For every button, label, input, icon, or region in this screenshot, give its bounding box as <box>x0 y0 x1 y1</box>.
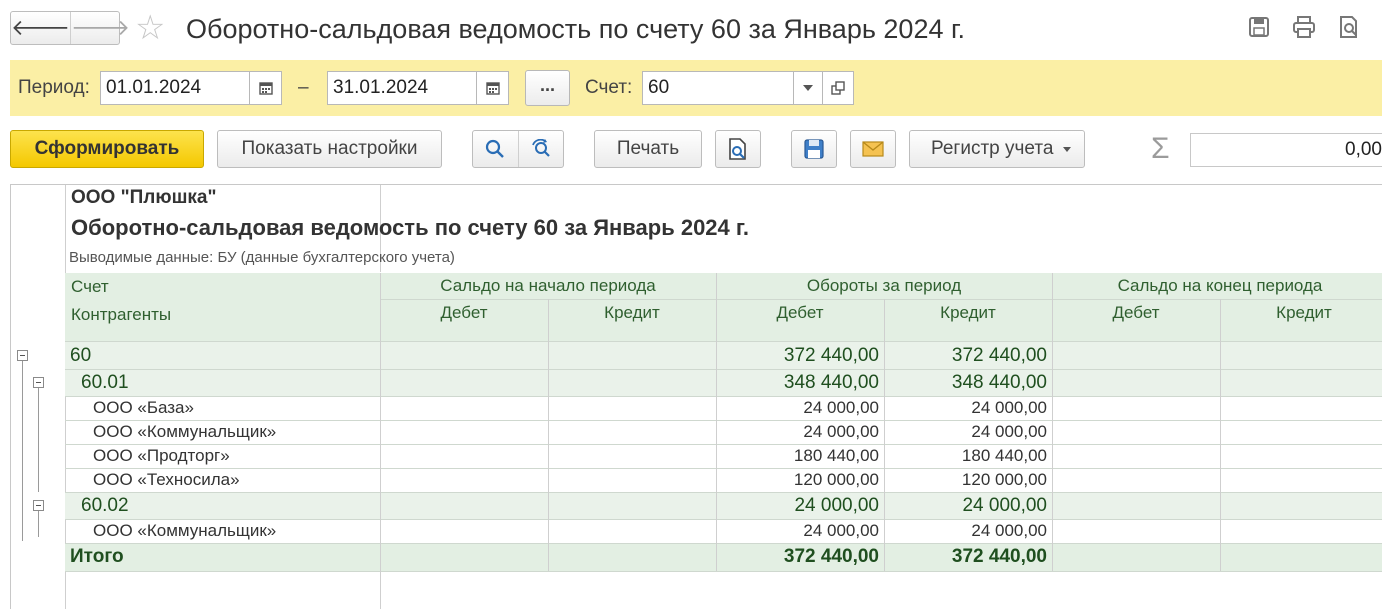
header-closing-debit: Дебет <box>1112 303 1160 322</box>
navigation-buttons: 🡐 🡒 <box>10 11 130 45</box>
save-icon <box>804 139 824 159</box>
row-turnover-credit: 24 000,00 <box>971 521 1047 540</box>
arrow-left-icon: 🡐 <box>11 15 70 40</box>
register-button-label: Регистр учета <box>931 138 1054 159</box>
row-turnover-debit: 372 440,00 <box>783 345 879 366</box>
total-turnover-credit: 372 440,00 <box>951 546 1047 567</box>
preview-icon <box>729 138 746 160</box>
row-account: 60.01 <box>81 372 129 393</box>
chevron-down-icon <box>803 85 813 91</box>
date-to-field[interactable]: 31.01.2024 <box>327 71 477 105</box>
header-opening-credit: Кредит <box>604 303 660 322</box>
search-icon <box>486 139 505 158</box>
row-turnover-credit: 24 000,00 <box>971 398 1047 417</box>
date-separator: – <box>298 77 309 98</box>
header-closing-balance: Сальдо на конец периода <box>1117 276 1323 295</box>
row-account: 60.02 <box>81 495 129 516</box>
row-turnover-debit: 120 000,00 <box>793 470 879 489</box>
print-button[interactable]: Печать <box>594 130 702 168</box>
report-title: Оборотно-сальдовая ведомость по счету 60… <box>71 215 749 240</box>
row-turnover-credit: 120 000,00 <box>961 470 1047 489</box>
register-button[interactable]: Регистр учета <box>909 130 1085 168</box>
open-icon <box>831 81 845 95</box>
generate-button[interactable]: Сформировать <box>10 130 204 168</box>
search-next-button[interactable] <box>517 131 564 167</box>
report-subtitle: Выводимые данные: БУ (данные бухгалтерск… <box>69 249 455 266</box>
header-turnover-credit: Кредит <box>940 303 996 322</box>
header-account: Счет <box>71 277 109 296</box>
organization-name: ООО "Плюшка" <box>71 187 217 208</box>
row-turnover-debit: 24 000,00 <box>794 495 879 516</box>
search-next-icon <box>531 139 550 157</box>
date-to-calendar-button[interactable] <box>476 71 509 105</box>
row-counterparty: ООО «Коммунальщик» <box>93 422 277 441</box>
save-report-button[interactable] <box>791 130 837 168</box>
row-turnover-credit: 348 440,00 <box>951 372 1047 393</box>
header-opening-debit: Дебет <box>440 303 488 322</box>
arrow-right-icon: 🡒 <box>71 15 130 40</box>
account-dropdown-button[interactable] <box>793 71 823 105</box>
row-counterparty: ООО «Техносила» <box>93 470 240 489</box>
sum-icon: Σ <box>1151 132 1170 165</box>
row-turnover-credit: 24 000,00 <box>971 422 1047 441</box>
row-turnover-credit: 24 000,00 <box>962 495 1047 516</box>
total-label: Итого <box>70 546 124 567</box>
header-divider <box>380 299 1382 300</box>
window-title: Оборотно-сальдовая ведомость по счету 60… <box>186 14 966 44</box>
row-turnover-debit: 24 000,00 <box>803 398 879 417</box>
collapse-60-02-button[interactable] <box>33 500 44 511</box>
search-button-group <box>472 130 564 168</box>
calendar-icon <box>258 82 273 95</box>
period-label: Период: <box>18 77 90 98</box>
header-closing-credit: Кредит <box>1276 303 1332 322</box>
collapse-60-button[interactable] <box>17 350 28 361</box>
preview-icon[interactable] <box>1336 14 1362 40</box>
total-turnover-debit: 372 440,00 <box>783 546 879 567</box>
print-preview-button[interactable] <box>715 130 761 168</box>
forward-button[interactable]: 🡒 <box>70 12 130 44</box>
row-turnover-debit: 24 000,00 <box>803 521 879 540</box>
show-settings-button[interactable]: Показать настройки <box>217 130 442 168</box>
envelope-icon <box>862 141 884 157</box>
account-label: Счет: <box>585 77 633 98</box>
search-button[interactable] <box>473 131 518 167</box>
header-opening-balance: Сальдо на начало периода <box>440 276 656 295</box>
send-email-button[interactable] <box>850 130 896 168</box>
row-counterparty: ООО «Коммунальщик» <box>93 521 277 540</box>
sum-field[interactable]: 0,00 <box>1190 133 1382 167</box>
row-counterparty: ООО «База» <box>93 398 194 417</box>
row-account: 60 <box>70 345 92 366</box>
parameters-panel: Период: 01.01.2024 – 31.01.2024 ... Счет… <box>10 60 1382 116</box>
save-icon[interactable] <box>1246 14 1272 40</box>
header-turnover-debit: Дебет <box>776 303 824 322</box>
header-turnover: Обороты за период <box>806 276 962 295</box>
report-area[interactable]: ООО "Плюшка" Оборотно-сальдовая ведомост… <box>10 184 1382 609</box>
header-counterparties: Контрагенты <box>71 305 172 324</box>
date-from-field[interactable]: 01.01.2024 <box>100 71 250 105</box>
back-button[interactable]: 🡐 <box>11 12 70 44</box>
star-icon[interactable]: ☆ <box>135 9 165 47</box>
chevron-down-icon <box>1063 146 1072 152</box>
collapse-60-01-button[interactable] <box>33 377 44 388</box>
print-icon[interactable] <box>1291 14 1317 40</box>
calendar-icon <box>485 82 500 95</box>
row-turnover-credit: 372 440,00 <box>951 345 1047 366</box>
account-field[interactable]: 60 <box>642 71 794 105</box>
account-open-button[interactable] <box>822 71 854 105</box>
date-from-calendar-button[interactable] <box>249 71 282 105</box>
row-turnover-debit: 180 440,00 <box>793 446 879 465</box>
row-turnover-debit: 348 440,00 <box>783 372 879 393</box>
period-select-button[interactable]: ... <box>525 70 570 106</box>
row-counterparty: ООО «Продторг» <box>93 446 230 465</box>
row-turnover-debit: 24 000,00 <box>803 422 879 441</box>
row-turnover-credit: 180 440,00 <box>961 446 1047 465</box>
